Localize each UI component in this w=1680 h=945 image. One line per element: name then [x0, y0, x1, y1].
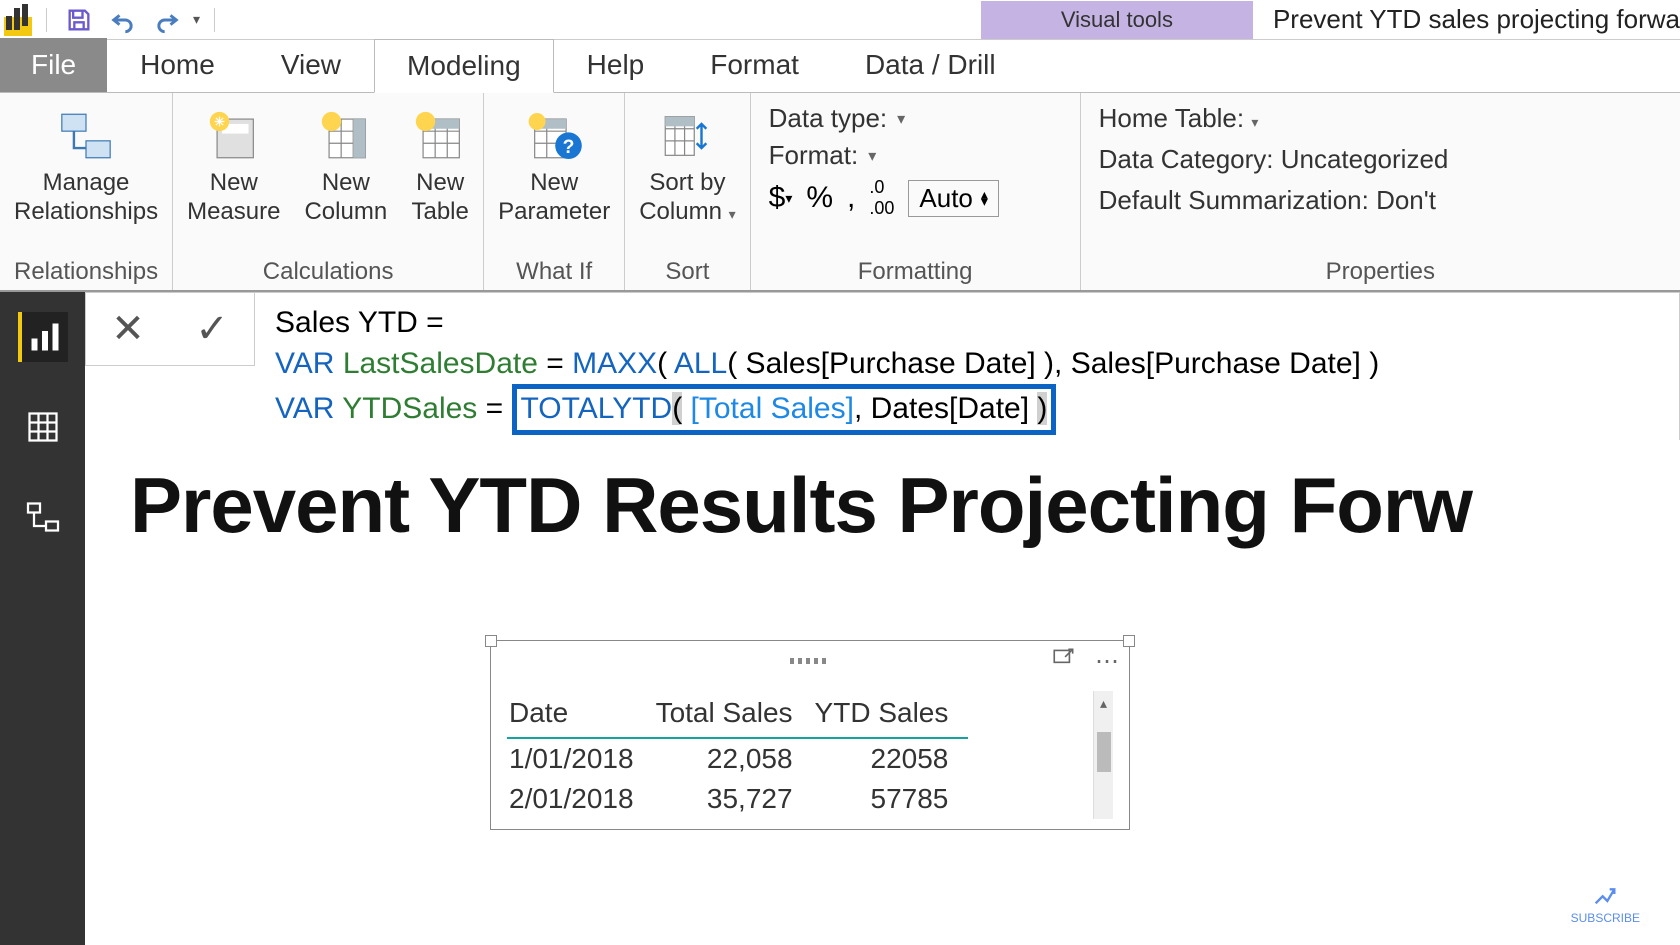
tab-format[interactable]: Format [677, 38, 832, 92]
home-table-dropdown[interactable]: Home Table: ▾ [1099, 103, 1662, 134]
formula-commit-button[interactable]: ✓ [195, 306, 229, 352]
percent-button[interactable]: % [806, 181, 833, 215]
undo-button[interactable] [105, 2, 141, 38]
tab-modeling[interactable]: Modeling [374, 39, 554, 93]
new-parameter-button[interactable]: ? New Parameter [492, 103, 616, 231]
view-switcher [0, 292, 85, 945]
window-title: Prevent YTD sales projecting forwa [1273, 4, 1680, 35]
col-header-date[interactable]: Date [507, 691, 654, 738]
default-summarization-dropdown[interactable]: Default Summarization: Don't [1099, 185, 1662, 216]
new-column-button[interactable]: New Column [298, 103, 393, 231]
formula-highlight: TOTALYTD( [Total Sales], Dates[Date] ) [512, 384, 1057, 435]
save-button[interactable] [61, 2, 97, 38]
formula-cancel-button[interactable]: ✕ [111, 306, 145, 352]
manage-relationships-button[interactable]: Manage Relationships [8, 103, 164, 231]
table-row: 2/01/2018 35,727 57785 [507, 779, 968, 819]
tab-file[interactable]: File [0, 38, 107, 92]
redo-button[interactable] [149, 2, 185, 38]
tab-help[interactable]: Help [554, 38, 678, 92]
focus-mode-icon[interactable] [1051, 645, 1077, 678]
table-row: 1/01/2018 22,058 22058 [507, 738, 968, 779]
report-view-button[interactable] [18, 312, 68, 362]
visual-drag-grip-icon[interactable] [790, 658, 830, 664]
new-table-button[interactable]: New Table [405, 103, 475, 231]
qat-customize-dropdown[interactable]: ▾ [193, 11, 200, 28]
svg-text:?: ? [563, 137, 575, 158]
decimal-places-icon: .0.00 [869, 177, 894, 219]
more-options-icon[interactable]: ⋯ [1095, 647, 1119, 676]
data-type-dropdown[interactable]: Data type: ▾ [769, 103, 1062, 134]
new-measure-button[interactable]: New Measure [181, 103, 286, 231]
data-category-dropdown[interactable]: Data Category: Uncategorized [1099, 144, 1662, 175]
ribbon: Manage Relationships Relationships New M… [0, 92, 1680, 292]
currency-button[interactable]: $ ▾ [769, 181, 793, 215]
titlebar: ▾ Visual tools Prevent YTD sales project… [0, 0, 1680, 40]
subscribe-badge: SUBSCRIBE [1571, 880, 1640, 925]
powerbi-app-icon [4, 4, 32, 36]
visual-scrollbar[interactable]: ▴ [1093, 691, 1113, 819]
decimal-places-auto[interactable]: Auto▴▾ [908, 180, 999, 217]
contextual-tab-visual-tools: Visual tools [981, 1, 1253, 39]
report-canvas[interactable]: Prevent YTD Results Projecting Forw ⋯ Da… [100, 440, 1680, 945]
report-title-text: Prevent YTD Results Projecting Forw [130, 460, 1680, 551]
tab-home[interactable]: Home [107, 38, 248, 92]
data-table: Date Total Sales YTD Sales 1/01/2018 22,… [507, 691, 968, 819]
model-view-button[interactable] [18, 492, 68, 542]
col-header-ytd-sales[interactable]: YTD Sales [813, 691, 969, 738]
thousands-separator-button[interactable]: , [847, 181, 855, 215]
tab-view[interactable]: View [248, 38, 374, 92]
tab-data-drill[interactable]: Data / Drill [832, 38, 1029, 92]
ribbon-tabs: File Home View Modeling Help Format Data… [0, 40, 1680, 92]
format-dropdown[interactable]: Format: ▾ [769, 140, 1062, 171]
data-view-button[interactable] [18, 402, 68, 452]
formula-bar: ✕ ✓ Sales YTD = VAR LastSalesDate = MAXX… [85, 292, 1680, 446]
formula-editor[interactable]: Sales YTD = VAR LastSalesDate = MAXX( AL… [255, 292, 1680, 446]
sort-by-column-button[interactable]: Sort by Column ▾ [633, 103, 741, 231]
col-header-total-sales[interactable]: Total Sales [654, 691, 813, 738]
table-visual[interactable]: ⋯ Date Total Sales YTD Sales 1/01/2018 2… [490, 640, 1130, 830]
